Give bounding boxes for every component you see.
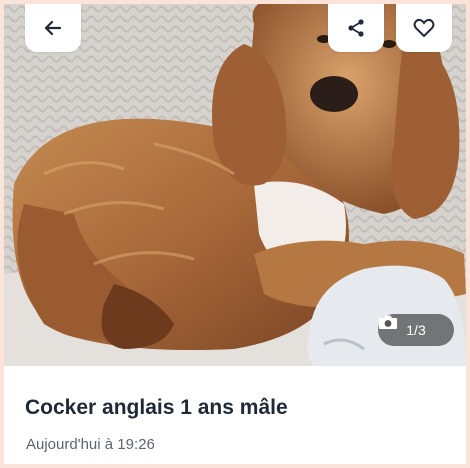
back-button[interactable] <box>25 4 81 52</box>
heart-icon <box>413 18 435 37</box>
listing-photo[interactable]: 1/3 <box>4 4 466 366</box>
photo-counter[interactable]: 1/3 <box>378 314 454 346</box>
share-icon <box>348 19 364 37</box>
listing-card[interactable]: 1/3 Cocker anglais 1 ans mâle Aujourd'hu… <box>4 4 466 464</box>
listing-info: Cocker anglais 1 ans mâle Aujourd'hui à … <box>4 366 466 464</box>
camera-icon <box>379 315 397 329</box>
listing-title[interactable]: Cocker anglais 1 ans mâle <box>25 396 288 420</box>
arrow-left-icon <box>44 20 62 36</box>
dog-photo-illustration <box>4 4 466 366</box>
share-button[interactable] <box>328 4 384 52</box>
favorite-button[interactable] <box>396 4 452 52</box>
listing-date: Aujourd'hui à 19:26 <box>26 436 155 453</box>
photo-counter-text: 1/3 <box>406 322 426 338</box>
